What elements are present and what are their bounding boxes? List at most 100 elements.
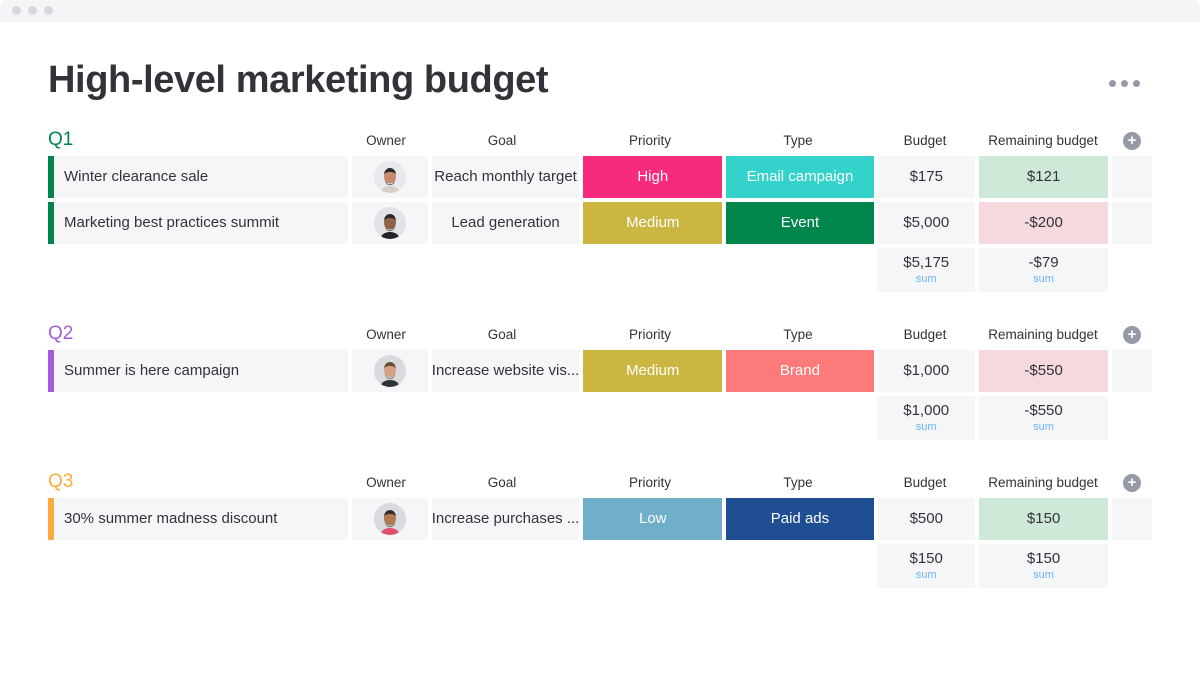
window-titlebar [0,0,1200,22]
column-header-goal[interactable]: Goal [428,326,576,344]
window-minimize-button[interactable] [28,6,37,15]
kebab-menu-icon[interactable] [1109,80,1140,87]
summary-remaining-value: -$79 [1028,253,1059,271]
summary-spacer [352,396,428,440]
row-item-name[interactable]: 30% summer madness discount [48,497,349,540]
column-header-type[interactable]: Type [724,474,872,492]
group-header-row: Q2 Owner Goal Priority Type Budget Remaining b… [48,318,1152,344]
add-column-header: + [1112,322,1152,344]
column-header-owner[interactable]: Owner [348,326,424,344]
avatar-man-beard-colorful [374,502,407,535]
table-row: Marketing best practices summit Lead gene… [48,201,1153,244]
row-budget-cell[interactable]: $1,000 [877,349,975,392]
row-item-name[interactable]: Summer is here campaign [48,349,349,392]
row-type-cell[interactable]: Event [726,201,874,244]
row-type-cell[interactable]: Paid ads [726,497,874,540]
board-group-q1: Q1 Owner Goal Priority Type Budget Remaining b… [48,124,1153,292]
group-rows: Summer is here campaign Increase website … [48,349,1153,440]
window-maximize-button[interactable] [44,6,53,15]
column-header-remaining-budget[interactable]: Remaining budget [978,474,1108,492]
summary-budget-cell[interactable]: $150 sum [877,543,975,588]
table-row: Summer is here campaign Increase website … [48,349,1153,392]
row-remaining-budget-cell[interactable]: -$550 [978,349,1109,392]
row-item-name[interactable]: Winter clearance sale [48,155,349,198]
avatar-man-short-hair [374,354,407,387]
column-header-owner[interactable]: Owner [348,474,424,492]
row-budget-cell[interactable]: $5,000 [877,201,975,244]
summary-remaining-budget-cell[interactable]: -$79 sum [978,247,1109,292]
browser-window: High-level marketing budget Q1 Owner Goal P… [0,0,1200,695]
row-goal-cell[interactable]: Increase purchases ... [431,497,580,540]
row-priority-cell[interactable]: High [583,155,723,198]
summary-remaining-label: sum [1033,420,1054,433]
summary-budget-cell[interactable]: $5,175 sum [877,247,975,292]
row-goal-cell[interactable]: Lead generation [431,201,580,244]
board-header: High-level marketing budget [48,22,1152,102]
row-owner-cell[interactable] [352,497,428,540]
row-priority-cell[interactable]: Medium [583,201,723,244]
column-header-priority[interactable]: Priority [580,474,720,492]
summary-spacer [1112,544,1152,588]
row-add-cell[interactable] [1112,497,1153,540]
row-goal-cell[interactable]: Increase website vis... [431,349,580,392]
summary-budget-label: sum [915,568,937,581]
window-close-button[interactable] [12,6,21,15]
row-item-name[interactable]: Marketing best practices summit [48,201,349,244]
column-header-priority[interactable]: Priority [580,326,720,344]
group-summary-row: $5,175 sum -$79 sum [48,247,1152,292]
row-add-cell[interactable] [1112,349,1153,392]
row-owner-cell[interactable] [352,155,428,198]
column-header-priority[interactable]: Priority [580,132,720,150]
summary-spacer [48,544,348,588]
add-column-icon[interactable]: + [1123,473,1141,492]
row-budget-cell[interactable]: $175 [877,155,975,198]
column-header-remaining-budget[interactable]: Remaining budget [978,326,1108,344]
add-column-icon[interactable]: + [1123,131,1141,150]
row-add-cell[interactable] [1112,155,1153,198]
summary-remaining-budget-cell[interactable]: -$550 sum [978,395,1109,440]
kebab-dot-3 [1133,80,1140,87]
summary-remaining-label: sum [1033,272,1054,285]
add-column-icon[interactable]: + [1123,325,1141,344]
column-header-goal[interactable]: Goal [428,132,576,150]
group-header-row: Q1 Owner Goal Priority Type Budget Remaining b… [48,124,1152,150]
column-header-goal[interactable]: Goal [428,474,576,492]
row-budget-cell[interactable]: $500 [877,497,975,540]
row-color-bar [48,497,54,540]
table-row: Winter clearance sale Reach monthly targe… [48,155,1153,198]
group-title[interactable]: Q1 [48,129,73,150]
group-rows: 30% summer madness discount Increase purc… [48,497,1153,588]
row-type-cell[interactable]: Brand [726,349,874,392]
row-owner-cell[interactable] [352,201,428,244]
column-header-budget[interactable]: Budget [876,132,974,150]
row-add-cell[interactable] [1112,201,1153,244]
board-group-q3: Q3 Owner Goal Priority Type Budget Remaining b… [48,466,1153,588]
column-header-remaining-budget[interactable]: Remaining budget [978,132,1108,150]
column-header-budget[interactable]: Budget [876,474,974,492]
column-header-type[interactable]: Type [724,132,872,150]
row-goal-cell[interactable]: Reach monthly target [431,155,580,198]
column-header-type[interactable]: Type [724,326,872,344]
row-item-name-text: 30% summer madness discount [64,510,278,528]
summary-budget-label: sum [915,272,937,285]
row-owner-cell[interactable] [352,349,428,392]
summary-spacer [726,248,873,292]
summary-budget-value: $5,175 [903,253,950,271]
summary-budget-cell[interactable]: $1,000 sum [877,395,975,440]
group-title[interactable]: Q2 [48,323,73,344]
column-headers: Owner Goal Priority Type Budget Remaining bud… [348,470,1152,492]
row-type-cell[interactable]: Email campaign [726,155,874,198]
row-remaining-budget-cell[interactable]: $121 [978,155,1109,198]
summary-spacer [352,248,428,292]
row-remaining-budget-cell[interactable]: -$200 [978,201,1109,244]
row-remaining-budget-cell[interactable]: $150 [978,497,1109,540]
column-header-budget[interactable]: Budget [876,326,974,344]
row-priority-cell[interactable]: Medium [583,349,723,392]
kebab-dot-2 [1121,80,1128,87]
group-summary-row: $1,000 sum -$550 sum [48,395,1152,440]
summary-remaining-budget-cell[interactable]: $150 sum [978,543,1109,588]
column-header-owner[interactable]: Owner [348,132,424,150]
group-title[interactable]: Q3 [48,471,73,492]
row-priority-cell[interactable]: Low [583,497,723,540]
board-page: High-level marketing budget Q1 Owner Goal P… [0,22,1200,695]
